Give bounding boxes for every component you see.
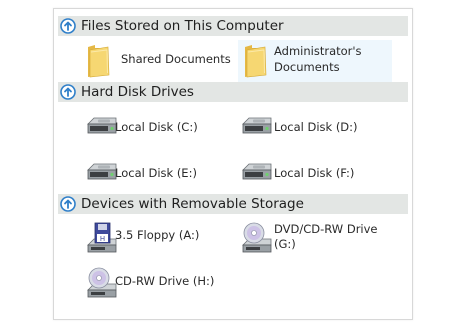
group-title: Files Stored on This Computer (81, 18, 284, 34)
item-local-disk-e[interactable]: Local Disk (E:) (83, 157, 233, 199)
item-label: CD-RW Drive (H:) (115, 274, 215, 288)
cd-drive-icon (87, 267, 117, 298)
explorer-panel: Files Stored on This Computer Shared Doc… (53, 8, 413, 320)
hard-disk-icon (242, 163, 272, 180)
item-local-disk-f[interactable]: Local Disk (F:) (238, 157, 388, 199)
item-label-line2: Documents (274, 60, 340, 74)
group-header-hard-disk-drives[interactable]: Hard Disk Drives (58, 82, 408, 102)
group-header-removable-storage[interactable]: Devices with Removable Storage (58, 194, 408, 214)
item-label: Local Disk (D:) (274, 120, 358, 134)
item-label: Local Disk (F:) (274, 166, 355, 180)
collapse-arrow-icon[interactable] (60, 196, 76, 212)
item-floppy-a[interactable]: H 3.5 Floppy (A:) (83, 219, 233, 261)
folder-icon (88, 45, 110, 78)
item-cd-rw-h[interactable]: CD-RW Drive (H:) (83, 264, 233, 306)
hard-disk-icon (87, 117, 117, 134)
floppy-drive-icon: H (87, 222, 117, 253)
item-local-disk-c[interactable]: Local Disk (C:) (83, 111, 233, 153)
item-shared-documents[interactable]: Shared Documents (83, 40, 233, 82)
group-title: Devices with Removable Storage (81, 196, 304, 212)
hard-disk-icon (242, 117, 272, 134)
item-label: Local Disk (C:) (115, 120, 198, 134)
item-label-line2: (G:) (274, 237, 296, 251)
item-label-line1: Administrator's (274, 44, 362, 58)
svg-text:H: H (100, 235, 105, 243)
dvd-drive-icon (242, 222, 272, 253)
group-title: Hard Disk Drives (81, 84, 194, 100)
item-local-disk-d[interactable]: Local Disk (D:) (238, 111, 388, 153)
item-dvd-cd-rw-g[interactable]: DVD/CD-RW Drive (G:) (238, 219, 388, 261)
collapse-arrow-icon[interactable] (60, 84, 76, 100)
item-label: Local Disk (E:) (115, 166, 197, 180)
item-label: 3.5 Floppy (A:) (115, 228, 200, 242)
group-header-files-stored[interactable]: Files Stored on This Computer (58, 16, 408, 36)
item-label-line1: DVD/CD-RW Drive (274, 222, 378, 236)
item-administrators-documents[interactable]: Administrator's Documents (238, 40, 392, 82)
hard-disk-icon (87, 163, 117, 180)
item-label: Shared Documents (121, 52, 231, 66)
folder-icon (245, 45, 267, 78)
collapse-arrow-icon[interactable] (60, 18, 76, 34)
